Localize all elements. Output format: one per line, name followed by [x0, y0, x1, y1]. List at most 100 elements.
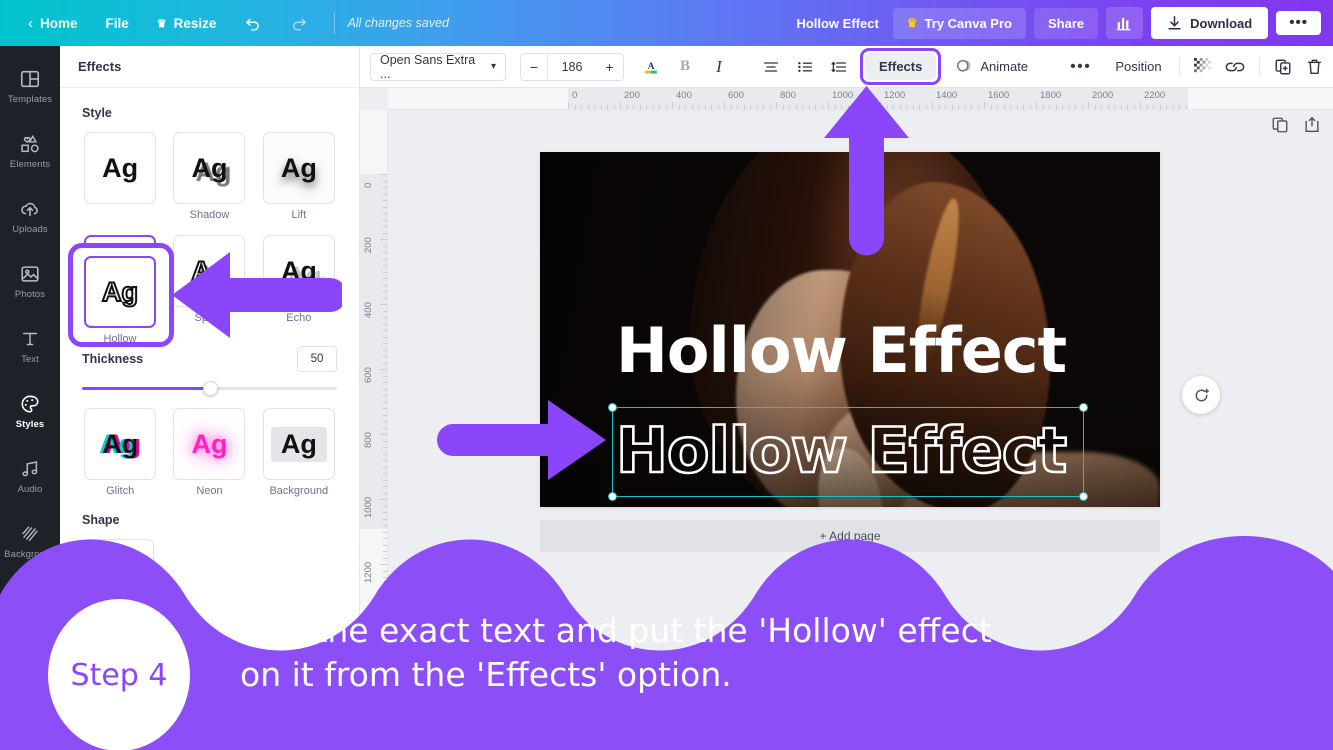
resize-handle-bottom-left[interactable]	[608, 492, 617, 501]
step-badge: Step 4	[48, 599, 190, 750]
h-tick-400: 400	[676, 90, 692, 101]
font-size-decrease-button[interactable]: −	[520, 53, 548, 81]
line-spacing-button[interactable]	[824, 52, 854, 82]
effect-option-glitch[interactable]: Ag Glitch	[82, 408, 158, 497]
sidebar-item-elements[interactable]: Elements	[0, 127, 60, 176]
preview-glyph: Ag	[191, 153, 227, 184]
text-align-button[interactable]	[756, 52, 786, 82]
font-family-value: Open Sans Extra ...	[380, 53, 483, 81]
home-button[interactable]: ‹ Home	[14, 9, 92, 38]
redo-button[interactable]	[276, 8, 322, 38]
italic-button[interactable]: I	[704, 52, 734, 82]
sidebar-item-uploads[interactable]: Uploads	[0, 192, 60, 241]
add-page-icon[interactable]	[1303, 116, 1321, 134]
duplicate-button[interactable]	[1267, 52, 1299, 82]
animate-button[interactable]: Animate	[945, 52, 1038, 82]
design-title[interactable]: Hollow Effect	[796, 16, 878, 31]
rotate-page-button[interactable]	[1182, 376, 1220, 414]
sidebar-label-uploads: Uploads	[12, 224, 48, 235]
delete-button[interactable]	[1299, 52, 1330, 82]
undo-button[interactable]	[230, 8, 276, 38]
effect-option-background[interactable]: Ag Background	[261, 408, 337, 497]
sidebar-label-text: Text	[21, 354, 39, 365]
effect-option-none[interactable]: Ag	[82, 132, 158, 221]
font-size-value[interactable]: 186	[548, 53, 596, 81]
effect-preview-none[interactable]: Ag	[84, 132, 156, 204]
download-arrow-icon	[1167, 15, 1182, 31]
try-canva-pro-button[interactable]: ♛ Try Canva Pro	[893, 8, 1026, 39]
sidebar-item-audio[interactable]: Audio	[0, 452, 60, 501]
toolbar-more-button[interactable]: •••	[1060, 62, 1101, 72]
sidebar-label-elements: Elements	[10, 159, 50, 170]
sidebar-item-photos[interactable]: Photos	[0, 257, 60, 306]
file-menu-button[interactable]: File	[92, 10, 143, 37]
sidebar-label-photos: Photos	[15, 289, 45, 300]
effect-preview-lift[interactable]: Ag	[263, 132, 335, 204]
sidebar-item-templates[interactable]: Templates	[0, 62, 60, 111]
position-button[interactable]: Position	[1105, 53, 1171, 80]
italic-label: I	[716, 57, 722, 77]
rotate-add-icon	[1192, 386, 1211, 405]
text-color-A-icon: A	[643, 57, 659, 77]
effect-option-shadow[interactable]: Ag Shadow	[171, 132, 247, 221]
home-label: Home	[40, 16, 78, 31]
toolbar-right-group: Position	[1105, 52, 1329, 82]
duplicate-page-icon[interactable]	[1271, 116, 1289, 134]
resize-button[interactable]: ♛ Resize	[143, 10, 231, 37]
font-family-select[interactable]: Open Sans Extra ... ▾	[370, 53, 506, 81]
resize-handle-bottom-right[interactable]	[1079, 492, 1088, 501]
effect-preview-neon[interactable]: Ag	[173, 408, 245, 480]
sidebar-item-text[interactable]: Text	[0, 322, 60, 371]
bar-chart-icon	[1116, 15, 1133, 31]
instruction-text: Add the exact text and put the 'Hollow' …	[240, 609, 1300, 697]
hollow-option-highlighted-copy[interactable]: Ag Hollow	[84, 256, 156, 345]
crown-icon: ♛	[907, 16, 918, 30]
v-tick-600: 600	[363, 367, 374, 383]
h-tick-600: 600	[728, 90, 744, 101]
thickness-label: Thickness	[82, 352, 143, 366]
text-selection-box[interactable]	[612, 407, 1084, 497]
chevron-down-icon: ▾	[491, 61, 496, 72]
photos-image-icon	[19, 263, 41, 285]
crown-icon: ♛	[157, 17, 167, 30]
canvas-solid-text[interactable]: Hollow Effect	[616, 320, 1086, 382]
link-button[interactable]	[1218, 52, 1252, 82]
download-button[interactable]: Download	[1151, 7, 1268, 39]
more-options-button[interactable]: •••	[1276, 11, 1321, 35]
slider-knob[interactable]	[203, 381, 218, 396]
effect-preview-glitch[interactable]: Ag	[84, 408, 156, 480]
effect-preview-background[interactable]: Ag	[263, 408, 335, 480]
transparency-button[interactable]	[1187, 52, 1218, 82]
text-color-button[interactable]: A	[636, 52, 666, 82]
thickness-value[interactable]: 50	[297, 346, 337, 372]
arrow-left-to-hollow-option	[172, 248, 342, 343]
thickness-slider[interactable]	[82, 378, 337, 398]
redo-icon	[290, 14, 308, 32]
sidebar-label-audio: Audio	[18, 484, 43, 495]
font-size-increase-button[interactable]: +	[596, 53, 624, 81]
effect-option-neon[interactable]: Ag Neon	[171, 408, 247, 497]
top-bar-left: ‹ Home File ♛ Resize All changes saved	[0, 8, 449, 38]
effects-button-highlight: Effects	[860, 48, 941, 85]
text-t-icon	[19, 328, 41, 350]
sidebar-item-styles[interactable]: Styles	[0, 387, 60, 436]
transparency-checker-icon	[1194, 58, 1211, 75]
arrow-up-to-effects	[824, 86, 909, 256]
bullet-list-button[interactable]	[790, 52, 820, 82]
share-button[interactable]: Share	[1034, 8, 1098, 39]
effect-option-lift[interactable]: Ag Lift	[261, 132, 337, 221]
preview-glyph: Ag	[102, 277, 138, 308]
effect-preview-shadow[interactable]: Ag	[173, 132, 245, 204]
effects-button[interactable]: Effects	[865, 53, 936, 80]
file-label: File	[106, 16, 129, 31]
v-tick-0: 0	[363, 183, 374, 188]
effect-preview-hollow-highlighted[interactable]: Ag	[84, 256, 156, 328]
insights-button[interactable]	[1106, 7, 1143, 39]
resize-handle-top-right[interactable]	[1079, 403, 1088, 412]
bold-button[interactable]: B	[670, 52, 700, 82]
h-tick-800: 800	[780, 90, 796, 101]
resize-handle-top-left[interactable]	[608, 403, 617, 412]
preview-glyph: Ag	[281, 153, 317, 184]
h-tick-2000: 2000	[1092, 90, 1113, 101]
effect-label-glitch: Glitch	[106, 485, 134, 497]
